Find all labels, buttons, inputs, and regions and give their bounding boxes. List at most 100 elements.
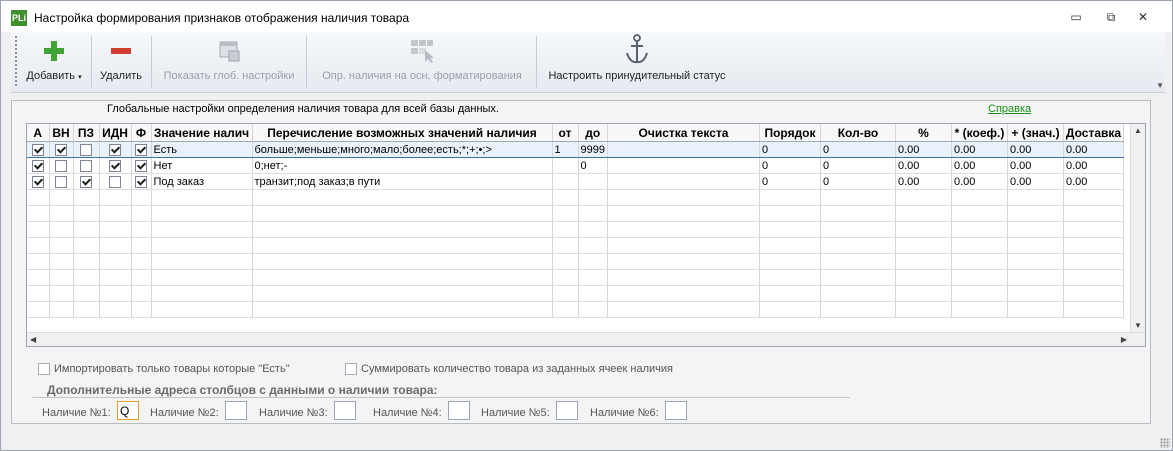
checkbox[interactable] bbox=[109, 143, 121, 156]
empty-cell[interactable] bbox=[49, 221, 74, 238]
cell-list[interactable]: транзит;под заказ;в пути bbox=[252, 173, 553, 190]
cell-order[interactable]: 0 bbox=[759, 141, 821, 158]
force-status-button[interactable]: Настроить принудительный статус bbox=[541, 32, 733, 92]
cell-checkbox-idn[interactable] bbox=[99, 173, 132, 190]
empty-cell[interactable] bbox=[552, 253, 579, 270]
empty-row[interactable] bbox=[27, 253, 1124, 270]
empty-cell[interactable] bbox=[252, 237, 553, 254]
empty-cell[interactable] bbox=[552, 237, 579, 254]
empty-cell[interactable] bbox=[151, 205, 253, 222]
empty-cell[interactable] bbox=[1063, 253, 1124, 270]
cell-add[interactable]: 0.00 bbox=[1007, 157, 1064, 174]
column-header[interactable]: Перечисление возможных значений наличия bbox=[252, 124, 553, 142]
show-global-settings-button[interactable]: Показать глоб. настройки bbox=[156, 32, 302, 92]
checkbox[interactable] bbox=[31, 175, 44, 188]
empty-cell[interactable] bbox=[552, 285, 579, 302]
empty-cell[interactable] bbox=[895, 301, 952, 318]
checkbox[interactable] bbox=[55, 159, 67, 172]
empty-cell[interactable] bbox=[99, 285, 132, 302]
empty-cell[interactable] bbox=[951, 285, 1008, 302]
empty-cell[interactable] bbox=[73, 237, 100, 254]
empty-cell[interactable] bbox=[1007, 269, 1064, 286]
cell-qty[interactable]: 0 bbox=[820, 157, 896, 174]
empty-cell[interactable] bbox=[759, 269, 821, 286]
empty-cell[interactable] bbox=[49, 205, 74, 222]
empty-cell[interactable] bbox=[151, 269, 253, 286]
availability-1-input[interactable]: Q bbox=[117, 401, 139, 420]
cell-order[interactable]: 0 bbox=[759, 173, 821, 190]
close-button[interactable]: ✕ bbox=[1132, 8, 1154, 26]
toolbar-overflow-icon[interactable]: ▼ bbox=[1156, 81, 1164, 90]
empty-cell[interactable] bbox=[820, 301, 896, 318]
sum-quantity-checkbox[interactable] bbox=[345, 363, 357, 376]
empty-cell[interactable] bbox=[1007, 205, 1064, 222]
empty-cell[interactable] bbox=[820, 189, 896, 206]
empty-cell[interactable] bbox=[99, 269, 132, 286]
empty-cell[interactable] bbox=[759, 285, 821, 302]
empty-cell[interactable] bbox=[951, 269, 1008, 286]
sum-quantity-option[interactable]: Суммировать количество товара из заданны… bbox=[345, 363, 673, 376]
column-header[interactable]: ПЗ bbox=[73, 124, 100, 142]
empty-cell[interactable] bbox=[951, 205, 1008, 222]
column-header[interactable]: ИДН bbox=[99, 124, 132, 142]
empty-cell[interactable] bbox=[607, 269, 760, 286]
empty-cell[interactable] bbox=[759, 205, 821, 222]
empty-row[interactable] bbox=[27, 285, 1124, 302]
empty-cell[interactable] bbox=[1007, 189, 1064, 206]
checkbox[interactable] bbox=[80, 159, 92, 172]
scroll-right-icon[interactable]: ▶ bbox=[1121, 335, 1127, 344]
cell-to[interactable] bbox=[578, 173, 608, 190]
empty-cell[interactable] bbox=[820, 285, 896, 302]
restore-button[interactable]: ⧉ bbox=[1100, 8, 1122, 26]
empty-cell[interactable] bbox=[1063, 221, 1124, 238]
empty-cell[interactable] bbox=[151, 221, 253, 238]
empty-cell[interactable] bbox=[151, 237, 253, 254]
empty-cell[interactable] bbox=[131, 253, 152, 270]
cell-checkbox-f[interactable] bbox=[131, 173, 152, 190]
empty-cell[interactable] bbox=[73, 253, 100, 270]
empty-cell[interactable] bbox=[49, 253, 74, 270]
empty-cell[interactable] bbox=[759, 301, 821, 318]
empty-cell[interactable] bbox=[1063, 189, 1124, 206]
empty-cell[interactable] bbox=[151, 189, 253, 206]
empty-cell[interactable] bbox=[895, 221, 952, 238]
cell-clean[interactable] bbox=[607, 173, 760, 190]
empty-cell[interactable] bbox=[27, 285, 50, 302]
empty-cell[interactable] bbox=[759, 253, 821, 270]
checkbox[interactable] bbox=[109, 159, 121, 172]
empty-cell[interactable] bbox=[73, 269, 100, 286]
empty-cell[interactable] bbox=[131, 189, 152, 206]
empty-cell[interactable] bbox=[578, 189, 608, 206]
cell-checkbox-vn[interactable] bbox=[49, 173, 74, 190]
import-only-existing-option[interactable]: Импортировать только товары которые "Ест… bbox=[38, 363, 290, 376]
cell-qty[interactable]: 0 bbox=[820, 173, 896, 190]
empty-cell[interactable] bbox=[552, 205, 579, 222]
add-button[interactable]: Добавить ▾ bbox=[21, 32, 87, 92]
empty-cell[interactable] bbox=[607, 221, 760, 238]
column-header[interactable]: Значение налич bbox=[151, 124, 253, 142]
empty-cell[interactable] bbox=[131, 301, 152, 318]
delete-button[interactable]: Удалить bbox=[95, 32, 147, 92]
empty-cell[interactable] bbox=[578, 269, 608, 286]
column-header[interactable]: * (коеф.) bbox=[951, 124, 1008, 142]
cell-from[interactable] bbox=[552, 173, 579, 190]
empty-cell[interactable] bbox=[151, 253, 253, 270]
cell-order[interactable]: 0 bbox=[759, 157, 821, 174]
empty-cell[interactable] bbox=[1063, 269, 1124, 286]
checkbox[interactable] bbox=[55, 143, 67, 156]
cell-value[interactable]: Нет bbox=[151, 157, 253, 174]
empty-cell[interactable] bbox=[1063, 301, 1124, 318]
checkbox[interactable] bbox=[31, 159, 44, 172]
empty-cell[interactable] bbox=[99, 205, 132, 222]
checkbox[interactable] bbox=[80, 175, 92, 188]
empty-cell[interactable] bbox=[27, 253, 50, 270]
empty-cell[interactable] bbox=[151, 285, 253, 302]
checkbox[interactable] bbox=[55, 175, 67, 188]
empty-cell[interactable] bbox=[131, 221, 152, 238]
empty-cell[interactable] bbox=[252, 253, 553, 270]
availability-5-input[interactable] bbox=[556, 401, 578, 420]
import-only-existing-checkbox[interactable] bbox=[38, 363, 50, 376]
checkbox[interactable] bbox=[135, 159, 147, 172]
empty-cell[interactable] bbox=[759, 221, 821, 238]
cell-clean[interactable] bbox=[607, 141, 760, 158]
